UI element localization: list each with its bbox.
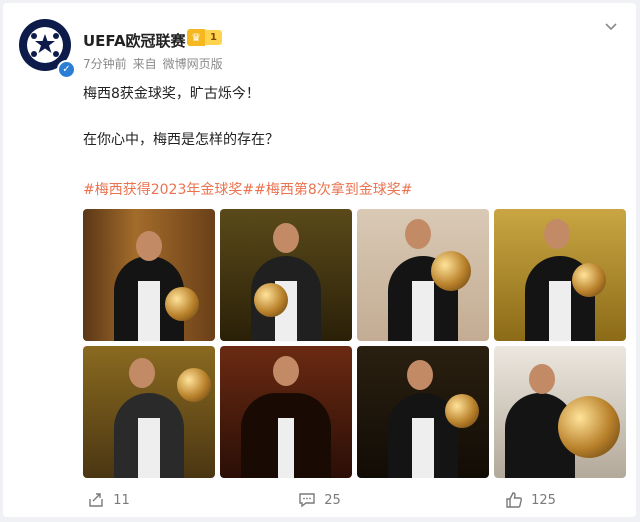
post-meta: 7分钟前 来自 微博网页版 bbox=[83, 55, 223, 72]
photo-grid bbox=[83, 209, 629, 478]
photo-thumbnail[interactable] bbox=[494, 209, 626, 341]
photo-thumbnail[interactable] bbox=[494, 346, 626, 478]
photo-thumbnail[interactable] bbox=[220, 346, 352, 478]
post-text-line: 在你心中，梅西是怎样的存在？ bbox=[83, 132, 279, 148]
post-time[interactable]: 7分钟前 bbox=[83, 55, 127, 72]
comment-button[interactable]: 25 bbox=[214, 485, 425, 515]
hashtag-link[interactable]: #梅西获得2023年金球奖# bbox=[83, 182, 254, 198]
share-count: 11 bbox=[113, 492, 130, 508]
thumbs-up-icon bbox=[506, 492, 523, 508]
username[interactable]: UEFA欧冠联赛 bbox=[83, 30, 186, 51]
hashtags: #梅西获得2023年金球奖##梅西第8次拿到金球奖# bbox=[83, 179, 412, 199]
source-prefix: 来自 bbox=[132, 57, 157, 71]
photo-thumbnail[interactable] bbox=[357, 209, 489, 341]
photo-thumbnail[interactable] bbox=[83, 209, 215, 341]
share-icon bbox=[89, 493, 103, 507]
post-source: 微博网页版 bbox=[162, 57, 223, 71]
vip-level: 1 bbox=[205, 30, 222, 45]
photo-thumbnail[interactable] bbox=[357, 346, 489, 478]
comment-icon bbox=[299, 493, 315, 508]
vip-badge[interactable]: ♛ 1 bbox=[187, 29, 223, 46]
weibo-post-card: ✓ UEFA欧冠联赛 ♛ 1 7分钟前 来自 微博网页版 梅西8获金球奖，旷古烁… bbox=[3, 3, 636, 517]
verified-icon: ✓ bbox=[57, 60, 76, 79]
like-count: 125 bbox=[531, 492, 556, 508]
crown-icon: ♛ bbox=[187, 29, 205, 46]
share-button[interactable]: 11 bbox=[3, 485, 214, 515]
chevron-down-icon[interactable] bbox=[603, 19, 619, 35]
like-button[interactable]: 125 bbox=[425, 485, 636, 515]
photo-thumbnail[interactable] bbox=[220, 209, 352, 341]
hashtag-link[interactable]: #梅西第8次拿到金球奖# bbox=[254, 182, 412, 198]
ucl-starball-icon bbox=[27, 27, 63, 63]
action-bar: 11 25 125 bbox=[3, 485, 636, 515]
post-text-line: 梅西8获金球奖，旷古烁今！ bbox=[83, 86, 260, 102]
comment-count: 25 bbox=[324, 492, 341, 508]
photo-thumbnail[interactable] bbox=[83, 346, 215, 478]
